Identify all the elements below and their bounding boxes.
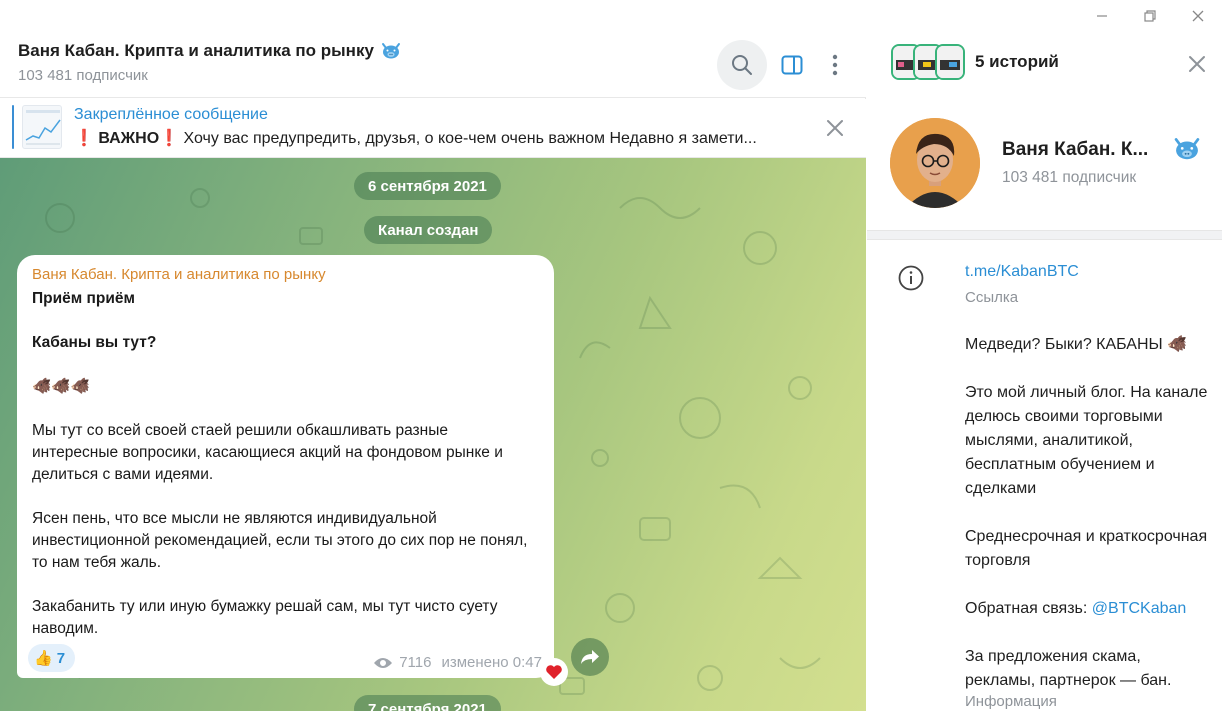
message-bubble[interactable]: Ваня Кабан. Крипта и аналитика по рынку … xyxy=(17,255,554,678)
pinned-text-bold: ❗ ВАЖНО❗ xyxy=(74,130,180,147)
message-text: Приём приём Кабаны вы тут? 🐗🐗🐗 Мы тут со… xyxy=(32,288,537,640)
forward-button[interactable] xyxy=(571,638,609,676)
link-label: Ссылка xyxy=(965,289,1019,306)
feedback-mention-link[interactable]: @BTCKaban xyxy=(1092,600,1187,617)
message-meta: 7116 изменено 0:47 xyxy=(373,654,542,671)
message-paragraph: Закабанить ту или иную бумажку решай сам… xyxy=(32,598,498,637)
chat-panel: Ваня Кабан. Крипта и аналитика по рынку … xyxy=(0,0,866,711)
channel-name: Ваня Кабан. К... xyxy=(1002,139,1149,160)
pinned-text: ❗ ВАЖНО❗ Хочу вас предупредить, друзья, … xyxy=(74,128,794,148)
description-line: За предложения скама, рекламы, партнерок… xyxy=(965,648,1172,689)
channel-link[interactable]: t.me/KabanBTC xyxy=(965,263,1079,281)
chat-title: Ваня Кабан. Крипта и аналитика по рынку xyxy=(18,41,402,61)
search-icon xyxy=(732,55,752,75)
close-icon xyxy=(1192,10,1204,22)
stories-avatars[interactable] xyxy=(891,44,965,80)
message-paragraph: Мы тут со всей своей стаей решили обкашл… xyxy=(32,422,503,483)
description-line: Обратная связь: @BTCKaban xyxy=(965,597,1210,621)
section-divider xyxy=(867,230,1222,240)
close-icon xyxy=(1189,56,1205,72)
chat-background: 6 сентября 2021 Канал создан Ваня Кабан.… xyxy=(0,158,866,711)
description-line: Среднесрочная и краткосрочная торговля xyxy=(965,528,1208,569)
edited-label: изменено 0:47 xyxy=(441,654,542,671)
info-icon xyxy=(898,265,924,291)
heart-reaction-badge xyxy=(540,658,568,686)
pinned-message-bar[interactable]: Закреплённое сообщение ❗ ВАЖНО❗ Хочу вас… xyxy=(0,99,866,158)
close-info-button[interactable] xyxy=(1185,52,1209,76)
message-emojis: 🐗🐗🐗 xyxy=(32,378,90,395)
service-message: Канал создан xyxy=(364,216,493,244)
avatar-image xyxy=(890,118,980,208)
view-count: 7116 xyxy=(399,654,432,671)
pinned-indicator xyxy=(12,105,14,149)
heart-icon xyxy=(546,665,562,679)
chat-header[interactable]: Ваня Кабан. Крипта и аналитика по рынку … xyxy=(0,0,866,98)
stories-label[interactable]: 5 историй xyxy=(975,52,1059,72)
sidebar-toggle-icon xyxy=(781,55,803,75)
forward-icon xyxy=(581,650,599,664)
channel-subscribers: 103 481 подписчик xyxy=(1002,169,1137,186)
boar-icon xyxy=(381,43,400,59)
feedback-prefix: Обратная связь: xyxy=(965,600,1092,617)
minimize-icon xyxy=(1097,15,1107,17)
pinned-title: Закреплённое сообщение xyxy=(74,106,268,123)
unpin-button[interactable] xyxy=(823,116,847,140)
chat-subscribers: 103 481 подписчик xyxy=(18,67,148,84)
close-icon xyxy=(827,120,843,136)
minimize-button[interactable] xyxy=(1078,0,1126,32)
channel-info-panel: 5 историй Ваня Кабан. К... 103 481 подпи… xyxy=(867,0,1222,711)
more-vertical-icon xyxy=(832,54,838,76)
window-controls xyxy=(1078,0,1222,32)
chat-title-text: Ваня Кабан. Крипта и аналитика по рынку xyxy=(18,41,374,60)
description-line: Это мой личный блог. На канале делюсь св… xyxy=(965,384,1208,497)
description-label: Информация xyxy=(965,693,1057,710)
date-separator: 7 сентября 2021 xyxy=(354,695,501,711)
message-author[interactable]: Ваня Кабан. Крипта и аналитика по рынку xyxy=(32,266,326,283)
more-options-button[interactable] xyxy=(810,40,860,90)
eye-icon xyxy=(374,657,393,668)
reaction-chip[interactable]: 👍 7 xyxy=(28,644,76,672)
channel-description: Медведи? Быки? КАБАНЫ 🐗 Это мой личный б… xyxy=(965,333,1210,693)
message-line: Приём приём xyxy=(32,290,135,307)
message-line: Кабаны вы тут? xyxy=(32,334,157,351)
reaction-count: 7 xyxy=(56,649,66,667)
pinned-text-body: Хочу вас предупредить, друзья, о кое-чем… xyxy=(179,130,757,147)
pinned-thumbnail xyxy=(22,105,62,149)
message-paragraph: Ясен пень, что все мысли не являются инд… xyxy=(32,510,528,571)
date-separator: 6 сентября 2021 xyxy=(354,172,501,200)
close-window-button[interactable] xyxy=(1174,0,1222,32)
search-button[interactable] xyxy=(717,40,767,90)
restore-icon xyxy=(1144,10,1156,22)
story-thumbnail xyxy=(935,44,965,80)
restore-button[interactable] xyxy=(1126,0,1174,32)
boar-icon xyxy=(1172,136,1202,167)
thumbs-up-icon: 👍 xyxy=(34,650,53,667)
description-line: Медведи? Быки? КАБАНЫ 🐗 xyxy=(965,336,1188,353)
avatar[interactable] xyxy=(890,118,980,208)
